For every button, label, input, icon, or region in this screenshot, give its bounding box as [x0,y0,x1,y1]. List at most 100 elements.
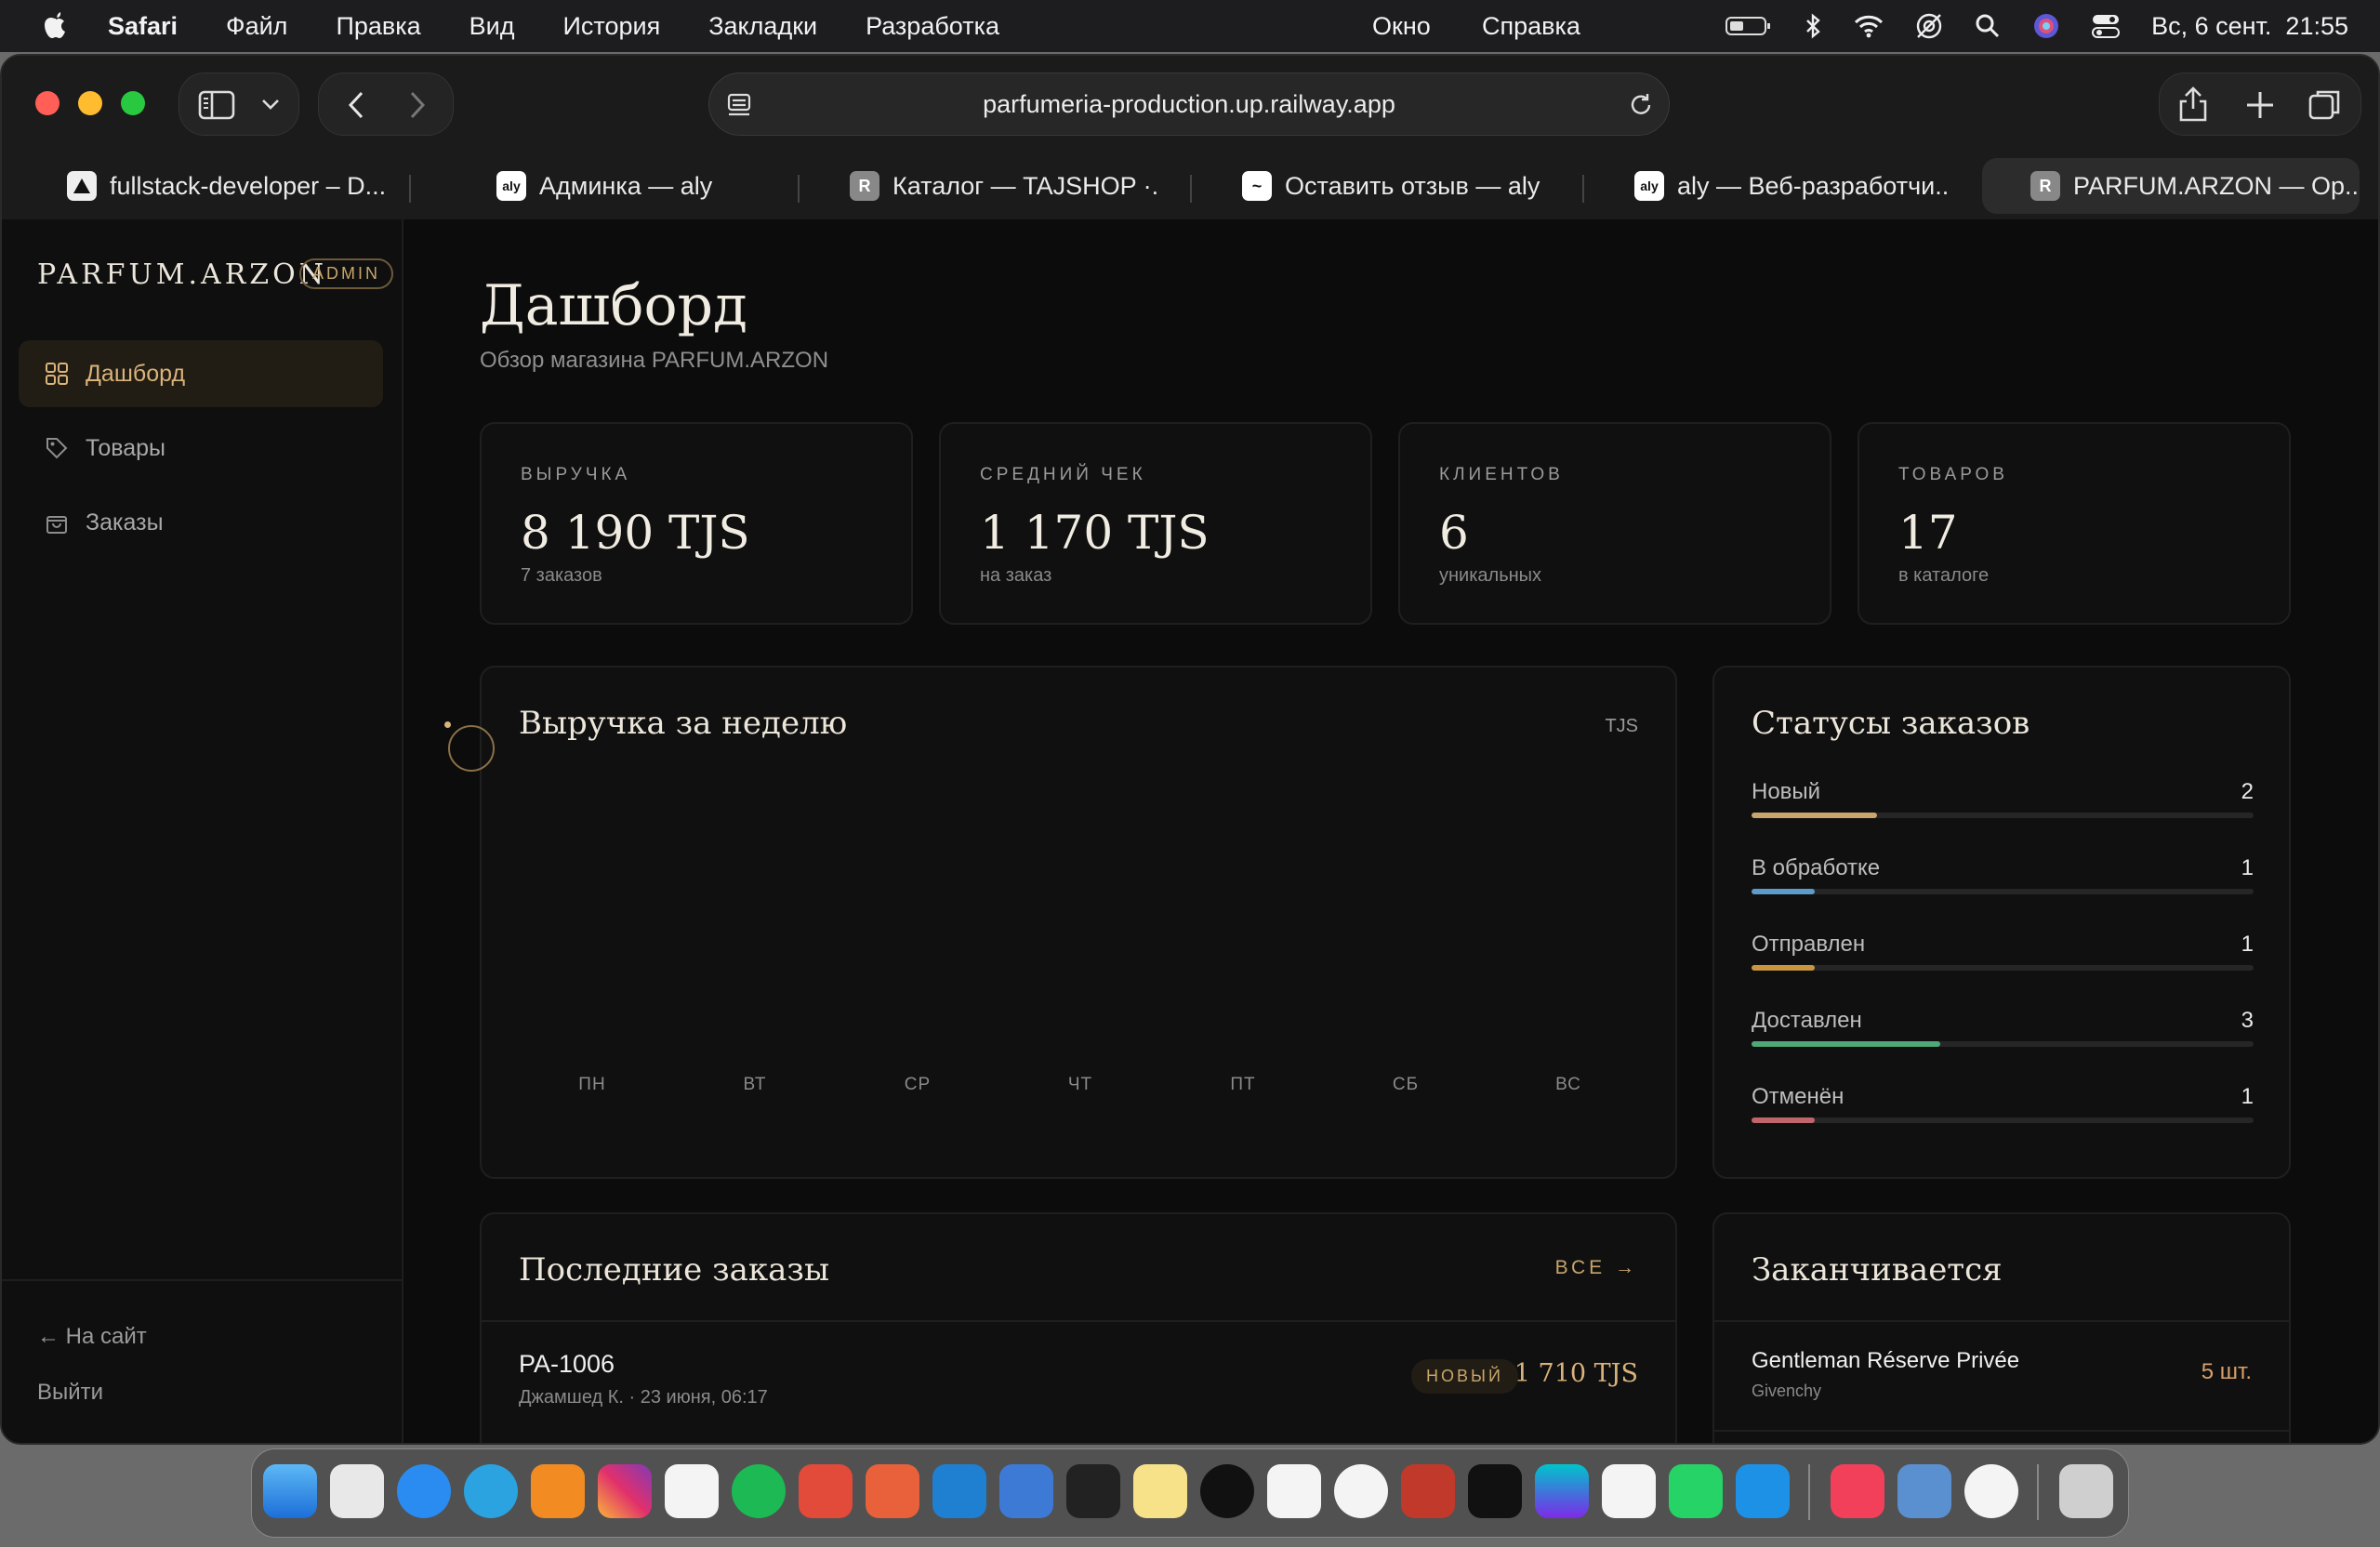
all-orders-link[interactable]: ВСЕ → [1555,1257,1638,1279]
whatsapp-icon[interactable] [1669,1464,1723,1518]
tab-5[interactable]: aly aly — Веб-разработчи... [1634,158,1950,214]
sidebar-item-label: Дашборд [86,360,186,387]
sidebar-item-orders[interactable]: Заказы [19,489,383,556]
tab-3[interactable]: R Каталог — TAJSHOP ·... [850,158,1157,214]
fullscreen-window-button[interactable] [121,91,145,115]
minimize-window-button[interactable] [78,91,102,115]
stat-value: 17 [1898,506,1958,560]
siri-icon[interactable] [2032,12,2060,40]
low-stock-card: Заканчивается Gentleman Réserve Privée G… [1712,1212,2291,1443]
tab-6-active[interactable]: R PARFUM.ARZON — Op... [1982,158,2360,214]
search-icon[interactable] [1975,13,2001,39]
day-label: СР [904,1075,932,1094]
forward-icon[interactable] [408,90,427,120]
control-center-icon[interactable] [2092,13,2121,39]
chrome-icon[interactable] [1334,1464,1388,1518]
menu-datetime[interactable]: Вс, 6 сент. 21:55 [2151,12,2348,41]
back-icon[interactable] [347,90,365,120]
order-statuses-card: Статусы заказов Новый 2 В обработке 1 Отправ… [1712,666,2291,1179]
brand-logo[interactable]: PARFUM.ARZON [37,258,327,291]
menu-view[interactable]: Вид [469,12,515,41]
tab-bar: fullstack-developer – D... aly Админка —… [2,152,2378,219]
wifi-icon[interactable] [1854,14,1884,38]
table-row[interactable]: PA-1006 Джамшед К. · 23 июня, 06:17 НОВЫ… [482,1322,1675,1439]
app-red-icon[interactable] [799,1464,853,1518]
launchpad-icon[interactable] [330,1464,384,1518]
bag-icon [45,510,69,535]
stat-label: СРЕДНИЙ ЧЕК [980,465,1146,484]
capcut-icon[interactable] [1468,1464,1522,1518]
tab-1[interactable]: fullstack-developer – D... [67,158,402,214]
sidebar-item-products[interactable]: Товары [19,415,383,482]
day-label: ЧТ [1067,1075,1093,1094]
close-window-button[interactable] [35,91,60,115]
battery-icon[interactable] [1726,15,1772,37]
instagram-icon[interactable] [598,1464,652,1518]
tab-title: Админка — aly [539,171,713,200]
trash-icon[interactable] [2059,1464,2113,1518]
telegram-icon[interactable] [464,1464,518,1518]
app-calendar-icon[interactable] [1401,1464,1455,1518]
page-menu-icon[interactable] [726,92,752,118]
menu-window[interactable]: Окно [1372,12,1431,41]
sidebar-toggle-button[interactable] [178,73,299,136]
books-icon[interactable] [531,1464,585,1518]
spotify-icon[interactable] [732,1464,786,1518]
finder-icon[interactable] [263,1464,317,1518]
toolbar-actions [2159,73,2361,136]
notes-icon[interactable] [1133,1464,1187,1518]
music-icon[interactable] [1831,1464,1884,1518]
new-tab-icon[interactable] [2245,90,2275,120]
upwork-icon[interactable] [1200,1464,1254,1518]
tab-overview-icon[interactable] [2308,88,2342,122]
status-badge: НОВЫЙ [1411,1359,1518,1394]
terminal-app-icon[interactable] [1066,1464,1120,1518]
tab-2[interactable]: aly Админка — aly [496,158,813,214]
back-to-site-link[interactable]: ← На сайт [37,1324,147,1350]
safari-icon[interactable] [397,1464,451,1518]
logout-link[interactable]: Выйти [37,1380,103,1406]
status-fill [1752,1117,1815,1123]
reload-icon[interactable] [1628,92,1654,118]
chatgpt-icon[interactable] [1602,1464,1656,1518]
sidebar-item-dashboard[interactable]: Дашборд [19,340,383,407]
order-amount: 1 710 TJS [1514,1359,1638,1388]
menu-app-name[interactable]: Safari [108,12,178,41]
status-fill [1752,889,1815,894]
share-icon[interactable] [2178,86,2208,122]
airdrop-icon[interactable] [1915,12,1943,40]
address-bar[interactable]: parfumeria-production.up.railway.app [708,73,1670,136]
app-bird-icon[interactable] [1267,1464,1321,1518]
sidebar-item-label: Товары [86,434,165,461]
claude-icon[interactable] [866,1464,919,1518]
list-item[interactable]: Gentleman Réserve Privée Givenchy 5 шт. [1714,1322,2289,1430]
stat-label: КЛИЕНТОВ [1439,465,1564,484]
menu-develop[interactable]: Разработка [866,12,999,41]
menu-bookmarks[interactable]: Закладки [708,12,817,41]
tab-title: Каталог — TAJSHOP ·... [892,171,1157,200]
app-dev-icon[interactable] [1897,1464,1951,1518]
menu-history[interactable]: История [563,12,661,41]
browser-toolbar: parfumeria-production.up.railway.app [2,56,2378,152]
vscode-icon[interactable] [932,1464,986,1518]
bluetooth-icon[interactable] [1804,13,1822,39]
day-label: ВТ [743,1075,767,1094]
stat-sub: в каталоге [1898,565,1990,586]
grid-icon [45,362,69,386]
photos-icon[interactable] [665,1464,719,1518]
menu-file[interactable]: Файл [226,12,287,41]
recent-orders-card: Последние заказы ВСЕ → PA-1006 Джамшед К… [480,1212,1677,1443]
canva-icon[interactable] [1535,1464,1589,1518]
apple-icon[interactable] [41,11,71,41]
menu-edit[interactable]: Правка [336,12,420,41]
day-label: ВС [1555,1075,1581,1094]
xcode-icon[interactable] [999,1464,1053,1518]
docker-icon[interactable] [1736,1464,1790,1518]
tab-4[interactable]: ~ Оставить отзыв — aly [1242,158,1549,214]
menu-help[interactable]: Справка [1482,12,1580,41]
chrome-2-icon[interactable] [1964,1464,2018,1518]
tag-icon [45,436,69,460]
weekly-revenue-card: Выручка за неделю TJS ПН ВТ СР ЧТ ПТ СБ … [480,666,1677,1179]
sidebar-divider [2,1279,402,1281]
dock-divider [2037,1464,2039,1520]
